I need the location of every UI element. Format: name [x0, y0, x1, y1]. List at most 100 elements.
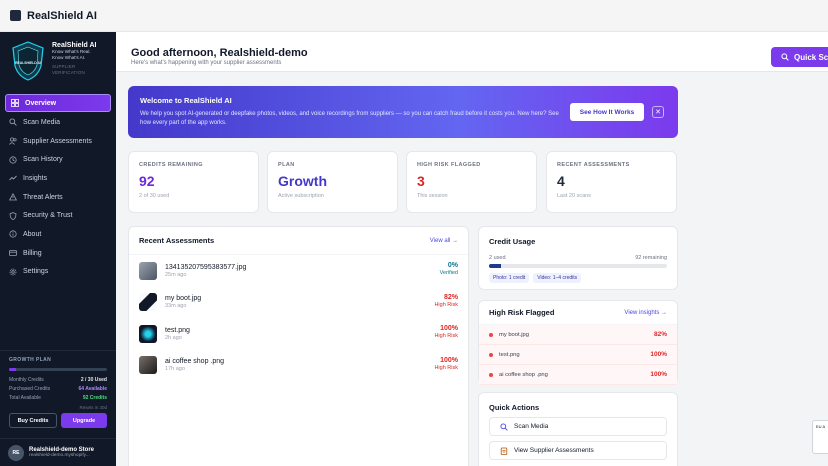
- file-time: 33m ago: [165, 303, 187, 310]
- risk-status: High Risk: [434, 301, 458, 308]
- risk-percent: 100%: [440, 356, 458, 364]
- risk-dot-icon: [489, 352, 493, 357]
- file-name: my boot.jpg: [165, 295, 202, 303]
- credit-remaining: 92 remaining: [635, 255, 667, 261]
- sidebar-item-billing[interactable]: Billing: [0, 244, 116, 263]
- recent-assessments-card: Recent Assessments View all → 1341352075…: [128, 226, 469, 466]
- thumbnail: [139, 324, 157, 343]
- quick-scan-button[interactable]: Quick Scan: [771, 47, 828, 67]
- plan-monthly-row: Monthly Credits 2 / 30 Used: [9, 376, 107, 385]
- sidebar-nav: Overview Scan Media Supplier Assessments…: [0, 94, 116, 281]
- see-how-it-works-button[interactable]: See How It Works: [570, 103, 644, 121]
- shield-logo-text: REALSHIELD AI: [15, 61, 41, 65]
- high-risk-card: High Risk Flagged View insights → my boo…: [478, 300, 678, 385]
- eu-consent-badge[interactable]: EU A: [812, 420, 828, 454]
- file-name: test.png: [499, 351, 520, 358]
- plan-total-value: 92 Credits: [82, 395, 107, 401]
- plan-summary: GROWTH PLAN Monthly Credits 2 / 30 Used P…: [0, 350, 116, 428]
- quick-actions-card: Quick Actions Scan Media View Supplier A…: [478, 392, 678, 466]
- stat-value: 4: [557, 173, 565, 189]
- file-name: ai coffee shop .png: [165, 358, 225, 366]
- welcome-banner: Welcome to RealShield AI We help you spo…: [128, 86, 678, 138]
- app-title: RealShield AI: [27, 9, 97, 22]
- close-icon[interactable]: ✕: [652, 106, 664, 118]
- plan-usage-fill: [9, 368, 16, 371]
- credit-used: 2 used: [489, 255, 506, 261]
- sidebar-item-settings[interactable]: Settings: [0, 263, 116, 282]
- sidebar-item-threat-alerts[interactable]: Threat Alerts: [0, 188, 116, 207]
- sidebar-item-supplier-assessments[interactable]: Supplier Assessments: [0, 132, 116, 151]
- file-time: 2h ago: [165, 334, 182, 341]
- risk-percent: 82%: [653, 331, 667, 338]
- list-item[interactable]: ai coffee shop .png 17h ago 100% High Risk: [129, 350, 468, 382]
- sidebar-item-security-trust[interactable]: Security & Trust: [0, 206, 116, 225]
- stat-high-risk: HIGH RISK FLAGGED 3 This session: [406, 151, 537, 213]
- thumbnail: [139, 356, 157, 375]
- risk-dot-icon: [489, 372, 493, 377]
- buy-credits-button[interactable]: Buy Credits: [9, 413, 57, 428]
- sidebar-item-scan-history[interactable]: Scan History: [0, 150, 116, 169]
- stat-sub: This session: [417, 193, 448, 199]
- file-time: 25m ago: [165, 271, 187, 278]
- sidebar: REALSHIELD AI RealShield AI Know What's …: [0, 32, 116, 466]
- gear-icon: [9, 268, 17, 276]
- app-logo-icon: [10, 10, 21, 21]
- scan-media-label: Scan Media: [514, 423, 549, 430]
- list-item[interactable]: test.png 100%: [479, 345, 677, 365]
- brand-tagline-2: Know What's AI.: [52, 55, 86, 60]
- info-icon: [9, 230, 17, 239]
- file-time: 17h ago: [165, 366, 185, 373]
- list-item[interactable]: test.png 2h ago 100% High Risk: [129, 318, 468, 350]
- sidebar-item-label: Insights: [23, 174, 48, 182]
- high-risk-title: High Risk Flagged: [489, 308, 555, 317]
- list-item[interactable]: ai coffee shop .png 100%: [479, 365, 677, 385]
- plan-total-row: Total Available 92 Credits: [9, 394, 107, 403]
- risk-percent: 0%: [447, 262, 458, 269]
- risk-percent: 82%: [443, 293, 458, 301]
- file-name: test.png: [165, 326, 190, 334]
- main-content: Good afternoon, Realshield-demo Here's w…: [116, 32, 828, 466]
- plan-usage-bar: [9, 368, 107, 371]
- stat-label: HIGH RISK FLAGGED: [417, 162, 481, 168]
- plan-buttons: Buy Credits Upgrade: [9, 413, 107, 428]
- stat-value: 92: [139, 173, 155, 189]
- list-item[interactable]: my boot.jpg 82%: [479, 325, 677, 345]
- stat-credits-remaining: CREDITS REMAINING 92 2 of 30 used: [128, 151, 259, 213]
- sidebar-item-overview[interactable]: Overview: [5, 94, 111, 112]
- clipboard-icon: [500, 447, 508, 455]
- list-item[interactable]: my boot.jpg 33m ago 82% High Risk: [129, 287, 468, 319]
- history-icon: [9, 156, 17, 164]
- plan-monthly-label: Monthly Credits: [9, 377, 44, 383]
- trend-icon: [9, 174, 17, 182]
- file-name: ai coffee shop .png: [499, 371, 548, 378]
- brand: REALSHIELD AI RealShield AI Know What's …: [0, 32, 116, 88]
- sidebar-item-scan-media[interactable]: Scan Media: [0, 113, 116, 132]
- shield-logo-icon: REALSHIELD AI: [12, 41, 44, 81]
- risk-percent: 100%: [440, 325, 458, 332]
- list-item[interactable]: 134135207595383577.jpg 25m ago 0% Verified: [129, 255, 468, 287]
- credit-usage-title: Credit Usage: [489, 237, 536, 246]
- upgrade-button[interactable]: Upgrade: [61, 413, 107, 428]
- quick-actions-title: Quick Actions: [489, 403, 540, 412]
- sidebar-item-label: Billing: [23, 249, 42, 257]
- plan-purchased-label: Purchased Credits: [9, 386, 51, 392]
- view-assessments-action[interactable]: View Supplier Assessments: [489, 441, 667, 460]
- file-name: my boot.jpg: [499, 331, 529, 338]
- view-insights-link[interactable]: View insights →: [624, 310, 667, 316]
- quick-scan-label: Quick Scan: [794, 52, 828, 62]
- sidebar-item-label: About: [23, 230, 42, 238]
- shield-icon: [9, 211, 17, 220]
- plan-resets: Resets in 30d: [79, 405, 107, 410]
- view-all-link[interactable]: View all →: [430, 238, 458, 244]
- welcome-body: We help you spot AI-generated or deepfak…: [140, 111, 559, 126]
- risk-percent: 100%: [650, 351, 667, 358]
- risk-status: High Risk: [434, 364, 458, 371]
- sidebar-item-insights[interactable]: Insights: [0, 169, 116, 188]
- stat-label: PLAN: [278, 162, 295, 168]
- store-account[interactable]: RE Realshield-demo Store realshield-demo…: [0, 438, 116, 466]
- sidebar-item-about[interactable]: About: [0, 225, 116, 244]
- video-cost-chip: Video: 1–4 credits: [533, 273, 582, 283]
- risk-percent: 100%: [650, 371, 667, 378]
- sidebar-item-label: Supplier Assessments: [23, 137, 92, 145]
- scan-media-action[interactable]: Scan Media: [489, 417, 667, 436]
